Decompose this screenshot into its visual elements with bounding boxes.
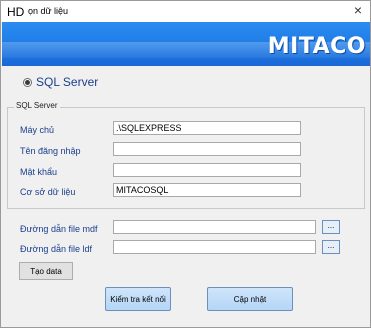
- sql-server-option[interactable]: SQL Server: [23, 75, 98, 89]
- connection-dialog: HD ọn dữ liệu × MITACO SQL Server SQL Se…: [0, 0, 371, 328]
- username-label: Tên đăng nhập: [20, 146, 81, 156]
- ldf-path-label: Đường dẫn file ldf: [20, 244, 92, 254]
- radio-dot: [25, 79, 30, 85]
- sql-server-radio-label: SQL Server: [36, 75, 99, 89]
- ldf-path-input[interactable]: [113, 240, 316, 254]
- server-label: Máy chủ: [20, 125, 55, 135]
- sql-server-radio[interactable]: [23, 77, 32, 87]
- close-icon[interactable]: ×: [354, 2, 362, 18]
- mdf-browse-button[interactable]: ...: [322, 220, 340, 234]
- title-bar: HD ọn dữ liệu ×: [1, 1, 370, 22]
- database-input[interactable]: MITACOSQL: [113, 183, 301, 197]
- username-input[interactable]: [113, 142, 301, 156]
- app-icon: HD: [7, 5, 25, 19]
- window-title: ọn dữ liệu: [28, 6, 69, 16]
- ldf-browse-button[interactable]: ...: [322, 240, 340, 254]
- password-input[interactable]: [113, 163, 301, 177]
- update-button[interactable]: Cập nhật: [207, 287, 293, 311]
- server-input[interactable]: .\SQLEXPRESS: [113, 121, 301, 135]
- database-label: Cơ sở dữ liệu: [20, 187, 76, 197]
- mdf-path-input[interactable]: [113, 220, 316, 234]
- brand-banner: MITACO: [2, 22, 370, 66]
- password-label: Mật khẩu: [20, 167, 58, 177]
- test-connection-button[interactable]: Kiểm tra kết nối: [105, 287, 171, 311]
- groupbox-legend: SQL Server: [14, 101, 60, 110]
- mdf-path-label: Đường dẫn file mdf: [20, 224, 98, 234]
- create-data-button[interactable]: Tạo data: [19, 262, 73, 280]
- mitaco-logo: MITACO: [267, 34, 366, 59]
